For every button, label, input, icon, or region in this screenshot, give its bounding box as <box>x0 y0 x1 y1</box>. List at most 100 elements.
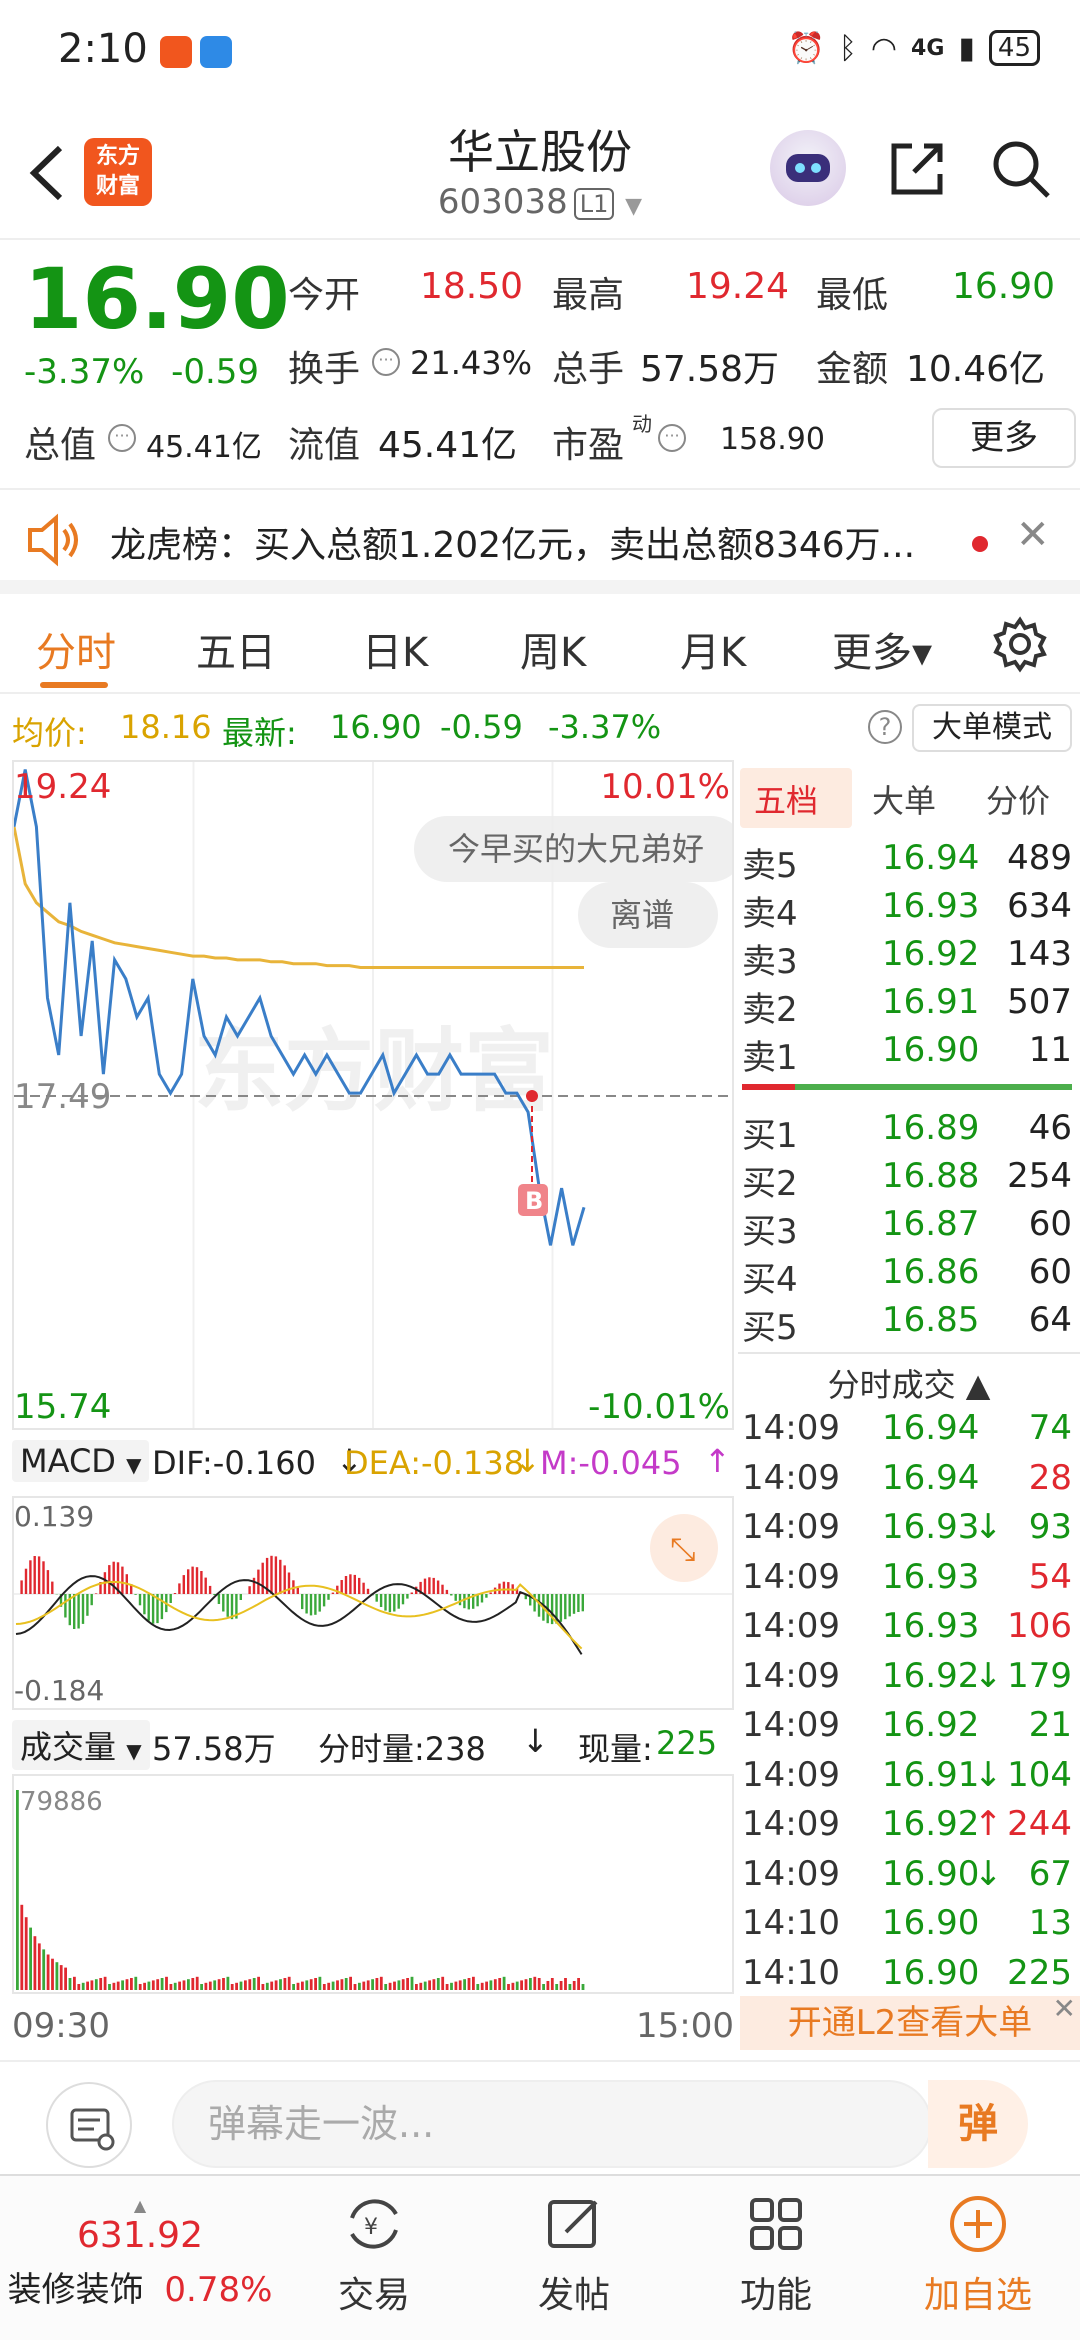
bids-row[interactable]: 买2 16.88 254 <box>742 1156 1072 1204</box>
volume-bar <box>419 1982 423 1990</box>
bids-price: 16.86 <box>882 1252 980 1292</box>
asks-row[interactable]: 卖5 16.94 489 <box>742 838 1072 886</box>
macd-bar <box>261 1562 264 1594</box>
volume-bar <box>121 1980 124 1990</box>
volume-bar <box>200 1984 203 1990</box>
nav-trade-label: 交易 <box>337 2275 410 2316</box>
tab-daily-k[interactable]: 日K <box>362 620 428 678</box>
info-icon[interactable]: ··· <box>372 348 400 376</box>
network-label: 4G <box>911 35 945 61</box>
macd-bar <box>134 1594 137 1595</box>
danmaku-send-button[interactable]: 弹 <box>928 2080 1028 2168</box>
danmaku-settings-icon[interactable] <box>46 2082 132 2168</box>
status-time: 2:10 <box>58 26 148 72</box>
volume-bar <box>463 1979 466 1990</box>
help-icon[interactable]: ? <box>868 710 902 744</box>
info-icon[interactable]: ··· <box>658 424 686 452</box>
volume-bar <box>384 1984 388 1990</box>
bids-row[interactable]: 买5 16.85 64 <box>742 1300 1072 1348</box>
bids-row[interactable]: 买4 16.86 60 <box>742 1252 1072 1300</box>
asks-volume: 634 <box>1007 886 1072 926</box>
macd-bar <box>287 1572 291 1594</box>
volume-bar <box>476 1984 480 1990</box>
caret-up-icon: ▲ <box>133 2196 147 2215</box>
tab-weekly-k[interactable]: 周K <box>520 620 586 678</box>
intraday-chart[interactable]: 东方财富 B 19.24 17.49 15.74 10.01% -10.01% … <box>12 760 734 1430</box>
volume-bar <box>502 1976 506 1990</box>
assistant-robot-icon[interactable] <box>770 130 846 206</box>
macd-bar <box>222 1594 225 1612</box>
search-icon[interactable] <box>988 136 1054 202</box>
nav-functions[interactable]: 功能 <box>676 2192 876 2318</box>
indicator-selector[interactable]: MACD ▼ <box>12 1440 150 1482</box>
tab-five-day[interactable]: 五日 <box>196 620 276 678</box>
tick-time: 14:09 <box>742 1853 840 1894</box>
asks-row[interactable]: 卖1 16.90 11 <box>742 1030 1072 1078</box>
tick-volume: 93 <box>1028 1507 1072 1547</box>
volume-selector[interactable]: 成交量 ▼ <box>12 1720 150 1770</box>
volume-bar <box>371 1979 374 1990</box>
sector-index[interactable]: ▲ 631.92 装修装饰 0.78% <box>0 2196 280 2311</box>
volume-bar <box>401 1979 405 1990</box>
macd-bar <box>90 1594 93 1606</box>
volume-bar <box>29 1927 32 1990</box>
asks-row[interactable]: 卖4 16.93 634 <box>742 886 1072 934</box>
big-order-mode-button[interactable]: 大单模式 <box>912 704 1072 752</box>
tab-big-orders[interactable]: 大单 <box>872 776 936 822</box>
close-icon[interactable]: ✕ <box>1053 1982 1076 2036</box>
volume-bar <box>388 1982 392 1990</box>
change-pct: -3.37% <box>24 352 145 392</box>
nav-trade[interactable]: ¥ 交易 <box>274 2192 474 2318</box>
tick-row: 14:09 16.94 74 <box>742 1408 1072 1456</box>
macd-chart[interactable]: 0.139 -0.184 ⤡ <box>12 1496 734 1710</box>
svg-text:¥: ¥ <box>364 2215 378 2240</box>
macd-bar <box>94 1593 98 1594</box>
volume-bar <box>270 1981 274 1990</box>
nav-add-watchlist[interactable]: 加自选 <box>878 2192 1078 2318</box>
macd-bar <box>204 1577 207 1594</box>
bids-row[interactable]: 买3 16.87 60 <box>742 1204 1072 1252</box>
macd-bar <box>454 1594 457 1601</box>
asks-row[interactable]: 卖2 16.91 507 <box>742 982 1072 1030</box>
amount-label: 金额 <box>816 349 889 390</box>
more-button[interactable]: 更多 <box>932 408 1076 468</box>
tab-price-distribution[interactable]: 分价 <box>986 776 1050 822</box>
tab-intraday[interactable]: 分时 <box>36 620 116 678</box>
bids-volume: 46 <box>1028 1108 1072 1148</box>
volume-bar <box>472 1976 475 1990</box>
volume-bar <box>537 1978 541 1990</box>
l2-upgrade-banner[interactable]: 开通L2查看大单 ✕ <box>740 1992 1080 2050</box>
volume-bar <box>550 1978 554 1990</box>
volume-bar <box>143 1982 146 1990</box>
up-arrow-icon: ↑ <box>704 1442 731 1480</box>
tab-five-levels[interactable]: 五档 <box>754 776 818 822</box>
settings-gear-icon[interactable] <box>990 614 1050 674</box>
share-icon[interactable] <box>884 136 950 202</box>
ticks-title[interactable]: 分时成交 ▲ <box>738 1360 1080 1406</box>
macd-bar <box>226 1594 229 1617</box>
info-icon[interactable]: ··· <box>108 424 136 452</box>
macd-bar <box>200 1571 203 1594</box>
volume-bar <box>252 1978 256 1990</box>
asks-level-label: 卖2 <box>742 990 798 1030</box>
macd-bar <box>423 1578 427 1594</box>
asks-row[interactable]: 卖3 16.92 143 <box>742 934 1072 982</box>
volume-bar <box>204 1982 208 1990</box>
macd-bar <box>274 1556 278 1594</box>
bids-volume: 64 <box>1028 1300 1072 1340</box>
danmaku-text: 离谱 <box>610 896 674 934</box>
volume-bar <box>450 1982 453 1990</box>
tab-monthly-k[interactable]: 月K <box>680 620 746 678</box>
close-icon[interactable]: ✕ <box>1016 512 1050 558</box>
tab-more[interactable]: 更多▾ <box>832 620 932 678</box>
dragon-tiger-banner[interactable]: 龙虎榜：买入总额1.202亿元，卖出总额8346万... ✕ <box>0 490 1080 594</box>
volume-bar <box>344 1978 348 1990</box>
volume-bar <box>379 1976 383 1990</box>
volume-chart[interactable]: 79886 <box>12 1774 734 1994</box>
volume-bar <box>130 1978 133 1990</box>
tick-time: 14:09 <box>742 1804 840 1844</box>
danmaku-input[interactable]: 弹幕走一波... <box>172 2080 932 2168</box>
bids-row[interactable]: 买1 16.89 46 <box>742 1108 1072 1156</box>
nav-post[interactable]: 发帖 <box>474 2192 674 2318</box>
tick-row: 14:09 16.93 54 <box>742 1557 1072 1605</box>
